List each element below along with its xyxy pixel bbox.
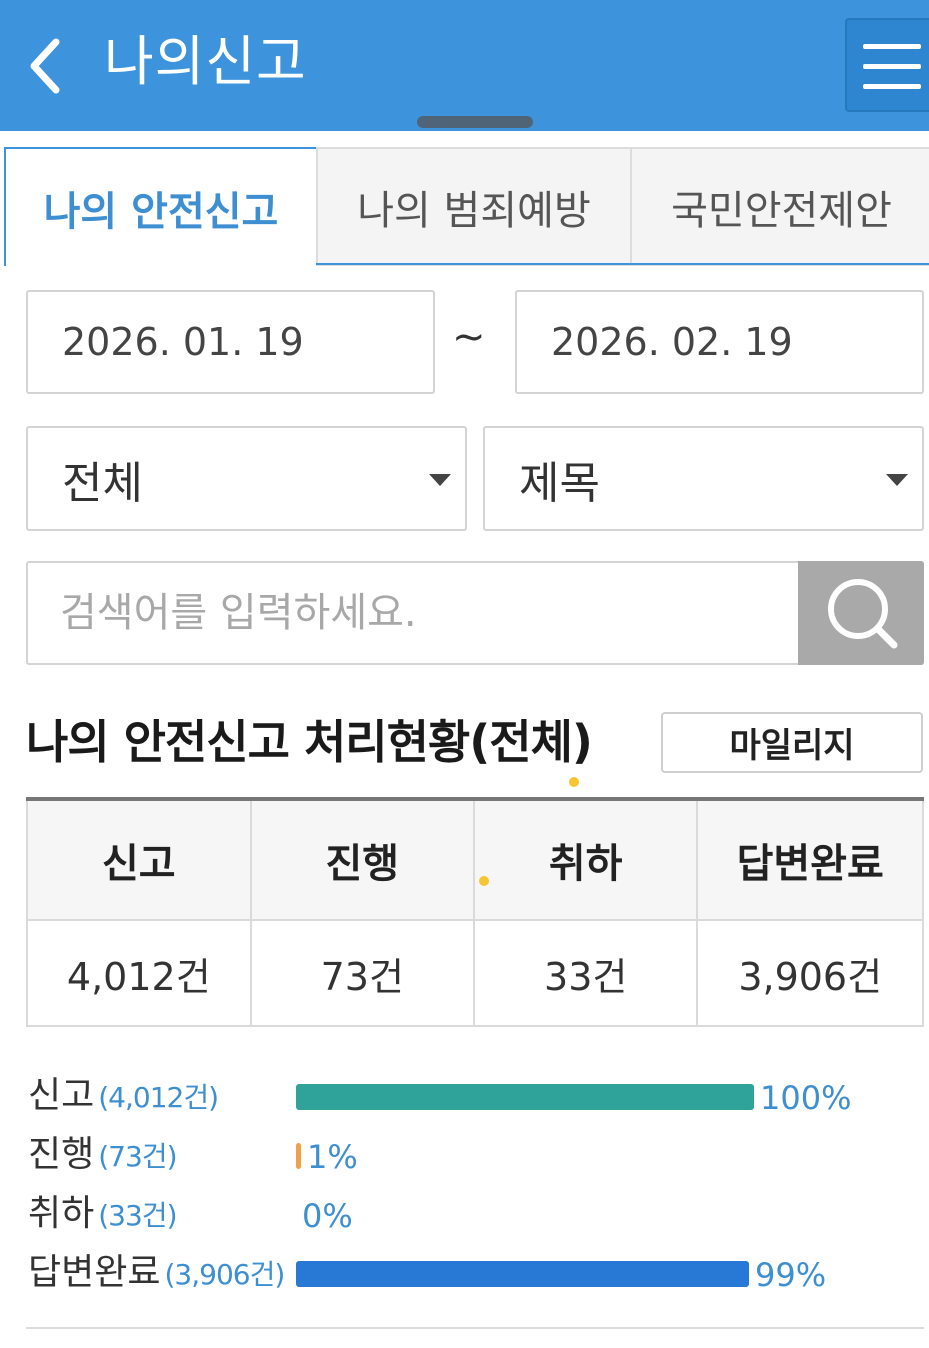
end-date-field[interactable]: 2026. 02. 19 <box>515 290 924 394</box>
search-button[interactable] <box>798 561 924 665</box>
progress-label: 신고 (4,012건) <box>28 1071 219 1123</box>
value-answered: 3,906건 <box>696 919 924 1027</box>
progress-label: 진행 (73건) <box>28 1130 178 1182</box>
progress-percent: 99% <box>755 1256 827 1294</box>
app-header: 나의신고 <box>0 0 929 131</box>
progress-percent: 0% <box>302 1197 353 1235</box>
col-header-answered: 답변완료 <box>696 798 924 921</box>
progress-label-text: 진행 <box>28 1134 95 1175</box>
hamburger-line <box>863 84 921 89</box>
drag-handle[interactable] <box>417 116 533 128</box>
value-in-progress: 73건 <box>249 919 475 1027</box>
tab-my-crime-prevention[interactable]: 나의 범죄예방 <box>316 147 632 266</box>
status-table: 신고 진행 취하 답변완료 4,012건 73건 33건 3,906건 <box>26 797 924 1027</box>
hamburger-line <box>863 64 921 69</box>
progress-count: (4,012건) <box>98 1081 219 1114</box>
progress-track <box>296 1202 754 1228</box>
category-select-value: 전체 <box>62 457 143 509</box>
divider <box>26 1327 924 1329</box>
indicator-dot <box>569 777 579 787</box>
col-header-in-progress: 진행 <box>249 798 475 921</box>
chevron-left-icon <box>30 38 60 94</box>
progress-count: (33건) <box>98 1199 177 1232</box>
dropdown-caret-icon <box>429 474 451 486</box>
tab-underline <box>316 263 929 265</box>
category-select[interactable]: 전체 <box>26 426 467 531</box>
search-bar <box>26 561 924 665</box>
progress-count: (73건) <box>98 1140 177 1173</box>
progress-percent: 100% <box>760 1079 852 1117</box>
progress-row-report: 신고 (4,012건) 100% <box>26 1071 924 1121</box>
progress-count: (3,906건) <box>164 1258 285 1291</box>
progress-track <box>296 1261 754 1287</box>
progress-percent: 1% <box>307 1138 358 1176</box>
field-select[interactable]: 제목 <box>483 426 924 531</box>
progress-track <box>296 1084 754 1110</box>
tab-bar: 나의 안전신고 나의 범죄예방 국민안전제안 <box>4 147 929 266</box>
value-withdrawn: 33건 <box>472 919 699 1027</box>
search-icon <box>828 579 898 649</box>
start-date-field[interactable]: 2026. 01. 19 <box>26 290 435 394</box>
date-separator: ~ <box>452 314 486 360</box>
progress-bar-fill <box>296 1143 301 1169</box>
progress-row-answered: 답변완료 (3,906건) 99% <box>26 1248 924 1298</box>
progress-row-in-progress: 진행 (73건) 1% <box>26 1130 924 1180</box>
page-title: 나의신고 <box>104 30 307 93</box>
progress-row-withdrawn: 취하 (33건) 0% <box>26 1189 924 1239</box>
progress-label: 답변완료 (3,906건) <box>28 1248 285 1300</box>
col-header-report: 신고 <box>26 798 252 921</box>
progress-bar-fill <box>296 1261 749 1287</box>
progress-label-text: 답변완료 <box>28 1252 161 1293</box>
section-title: 나의 안전신고 처리현황(전체) <box>26 715 593 769</box>
search-input[interactable] <box>60 563 790 663</box>
progress-track <box>296 1143 754 1169</box>
progress-label: 취하 (33건) <box>28 1189 178 1241</box>
progress-label-text: 취하 <box>28 1193 95 1234</box>
col-header-withdrawn: 취하 <box>472 798 699 921</box>
field-select-value: 제목 <box>519 457 600 509</box>
indicator-dot <box>479 876 489 886</box>
tab-public-safety-proposal[interactable]: 국민안전제안 <box>630 147 929 266</box>
hamburger-menu-icon <box>863 44 921 49</box>
table-row: 4,012건 73건 33건 3,906건 <box>26 919 924 1027</box>
menu-button[interactable] <box>845 18 929 112</box>
progress-label-text: 신고 <box>28 1075 95 1116</box>
value-report: 4,012건 <box>26 919 252 1027</box>
mileage-button[interactable]: 마일리지 <box>661 712 923 773</box>
progress-bar-fill <box>296 1084 754 1110</box>
tab-my-safety-report[interactable]: 나의 안전신고 <box>4 147 318 266</box>
table-header-row: 신고 진행 취하 답변완료 <box>26 798 924 921</box>
dropdown-caret-icon <box>886 474 908 486</box>
back-button[interactable] <box>22 30 72 100</box>
